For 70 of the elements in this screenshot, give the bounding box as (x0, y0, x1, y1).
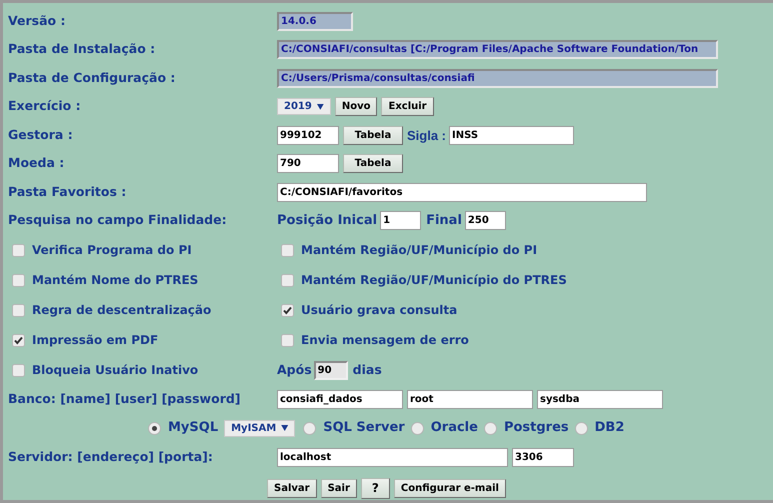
field-label: DB2 (594, 419, 624, 438)
field-label: Pasta de Instalação : (8, 40, 156, 58)
input-field[interactable]: 790 (277, 154, 339, 174)
field-label: SQL Server (323, 419, 405, 438)
input-field[interactable]: 90 (314, 360, 348, 380)
input-field[interactable]: C:/CONSIAFI/consultas [C:/Program Files/Apache Software Foundation/Ton (277, 40, 718, 60)
input-field[interactable]: 250 (464, 211, 506, 230)
button[interactable]: Novo (334, 97, 378, 116)
input-field[interactable]: 3306 (512, 448, 574, 467)
input-field[interactable]: 1 (380, 211, 422, 230)
field-label: Pesquisa no campo Finalidade: (8, 211, 228, 230)
field-label: MySQL (168, 419, 218, 438)
field-label: Pasta Favoritos : (8, 182, 128, 201)
input-field[interactable]: 999102 (277, 126, 339, 145)
button[interactable]: Excluir (381, 97, 434, 116)
field-label: Verifica Programa do PI (32, 242, 192, 259)
checkbox[interactable] (281, 274, 294, 286)
field-label: Impressão em PDF (32, 332, 158, 349)
field-label: Mantém Região/UF/Município do PI (301, 242, 538, 259)
checkbox[interactable] (12, 244, 25, 256)
field-label: Servidor: [endereço] [porta]: (8, 448, 214, 466)
field-label: Moeda : (8, 154, 66, 172)
radio-button[interactable] (410, 422, 424, 434)
field-label: Versão : (8, 12, 66, 30)
field-label: Oracle (430, 419, 478, 438)
button[interactable]: Sair (320, 478, 357, 498)
input-field[interactable]: C:/Users/Prisma/consultas/consiafi (277, 68, 718, 88)
field-label: Após (277, 360, 312, 379)
field-label: Postgres (504, 419, 569, 438)
field-label: Bloqueia Usuário Inativo (32, 362, 198, 379)
caret-icon (281, 425, 288, 431)
field-label: Final (426, 212, 462, 230)
button[interactable]: Configurar e-mail (394, 478, 506, 498)
field-label: Banco: [name] [user] [password] (8, 390, 242, 408)
checkbox[interactable] (281, 334, 294, 346)
field-label: Usuário grava consulta (301, 302, 458, 319)
radio-button[interactable] (303, 422, 316, 434)
button[interactable]: ? (360, 478, 390, 498)
field-label: Regra de descentralização (32, 302, 212, 319)
field-label: Pasta de Configuração : (8, 68, 176, 87)
field-label: Sigla : (407, 126, 446, 145)
checkbox[interactable] (12, 304, 25, 316)
input-field[interactable]: sysdba (537, 390, 663, 408)
dropdown[interactable]: 2019 (277, 98, 331, 116)
checkbox[interactable] (281, 244, 294, 256)
checkbox[interactable] (12, 334, 25, 346)
input-field[interactable]: C:/CONSIAFI/favoritos (277, 182, 647, 202)
input-field[interactable]: INSS (449, 126, 574, 145)
checkbox[interactable] (281, 304, 294, 316)
button[interactable]: Salvar (267, 478, 317, 498)
input-field[interactable]: localhost (277, 448, 508, 467)
input-field[interactable]: root (407, 390, 533, 408)
field-label: Envia mensagem de erro (301, 332, 469, 349)
radio-button[interactable] (148, 422, 161, 434)
field-label: Mantém Região/UF/Município do PTRES (301, 272, 567, 289)
radio-button[interactable] (574, 422, 588, 434)
dropdown[interactable]: MyISAM (224, 420, 296, 436)
button[interactable]: Tabela (343, 126, 403, 145)
button[interactable]: Tabela (343, 154, 403, 174)
field-label: dias (352, 360, 382, 379)
radio-button[interactable] (484, 422, 497, 434)
input-field[interactable]: 14.0.6 (277, 12, 353, 31)
checkbox[interactable] (12, 274, 25, 286)
checkbox[interactable] (12, 364, 25, 376)
field-label: Gestora : (8, 126, 74, 144)
field-label: Posição Inical (277, 212, 378, 230)
input-field[interactable]: consiafi_dados (277, 390, 403, 408)
caret-icon (316, 104, 324, 110)
field-label: Exercício : (8, 97, 82, 116)
field-label: Mantém Nome do PTRES (32, 272, 198, 289)
